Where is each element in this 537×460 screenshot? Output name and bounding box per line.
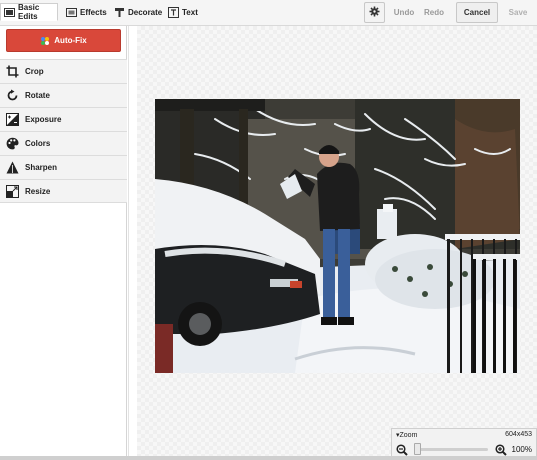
save-button[interactable]: Save [502, 2, 534, 23]
text-icon [168, 6, 179, 18]
top-toolbar: Basic Edits Effects Decorate Text Undo R… [0, 0, 537, 26]
tab-effects[interactable]: Effects [63, 3, 111, 21]
resize-icon [6, 184, 19, 198]
zoom-in-button[interactable] [495, 443, 507, 456]
tab-label: Basic Edits [18, 3, 40, 21]
zoom-label: Zoom [399, 432, 418, 439]
undo-button[interactable]: Undo [390, 2, 418, 23]
zoom-out-button[interactable] [396, 443, 408, 456]
zoom-slider-thumb[interactable] [414, 443, 421, 455]
exposure-icon [6, 113, 19, 126]
zoom-slider-track[interactable] [414, 448, 488, 451]
auto-fix-button[interactable]: Auto-Fix [6, 29, 121, 52]
cancel-button[interactable]: Cancel [456, 2, 498, 23]
bottom-scrollbar[interactable] [0, 456, 537, 460]
gear-icon [369, 6, 380, 19]
redo-button[interactable]: Redo [420, 2, 448, 23]
tab-label: Text [182, 7, 198, 17]
tool-sharpen[interactable]: Sharpen [0, 155, 127, 179]
brush-icon [114, 7, 125, 18]
palette-icon [6, 137, 19, 150]
settings-button[interactable] [364, 2, 385, 23]
crop-icon [6, 65, 19, 78]
tab-text[interactable]: Text [165, 3, 202, 21]
film-icon [66, 7, 77, 18]
tab-label: Effects [80, 7, 107, 17]
tab-decorate[interactable]: Decorate [111, 3, 166, 21]
tool-resize[interactable]: Resize [0, 179, 127, 203]
photo-editor: Basic Edits Effects Decorate Text Undo R… [0, 0, 537, 460]
wand-icon [4, 7, 15, 18]
tool-label: Sharpen [25, 163, 58, 172]
zoom-percent: 100% [511, 445, 532, 454]
tool-label: Crop [25, 67, 44, 76]
tool-crop[interactable]: Crop [0, 59, 127, 83]
tool-exposure[interactable]: Exposure [0, 107, 127, 131]
basic-edits-panel: Auto-Fix Crop Rotate Exposure Colors Sha… [0, 26, 127, 460]
tool-list: Crop Rotate Exposure Colors Sharpen Resi… [0, 59, 127, 203]
tab-label: Decorate [128, 7, 163, 17]
auto-fix-label: Auto-Fix [54, 36, 87, 45]
tool-rotate[interactable]: Rotate [0, 83, 127, 107]
sharpen-icon [6, 161, 19, 174]
zoom-toggle[interactable]: ▾Zoom [396, 431, 417, 439]
image-dimensions: 604x453 [505, 431, 532, 438]
tool-label: Resize [25, 186, 51, 196]
rotate-icon [6, 89, 19, 102]
tab-basic-edits[interactable]: Basic Edits [0, 3, 58, 21]
tool-label: Rotate [25, 91, 50, 100]
sparkle-icon [40, 36, 50, 46]
tool-colors[interactable]: Colors [0, 131, 127, 155]
tool-label: Colors [25, 139, 51, 148]
tool-label: Exposure [25, 115, 62, 124]
edited-photo[interactable] [155, 99, 520, 373]
